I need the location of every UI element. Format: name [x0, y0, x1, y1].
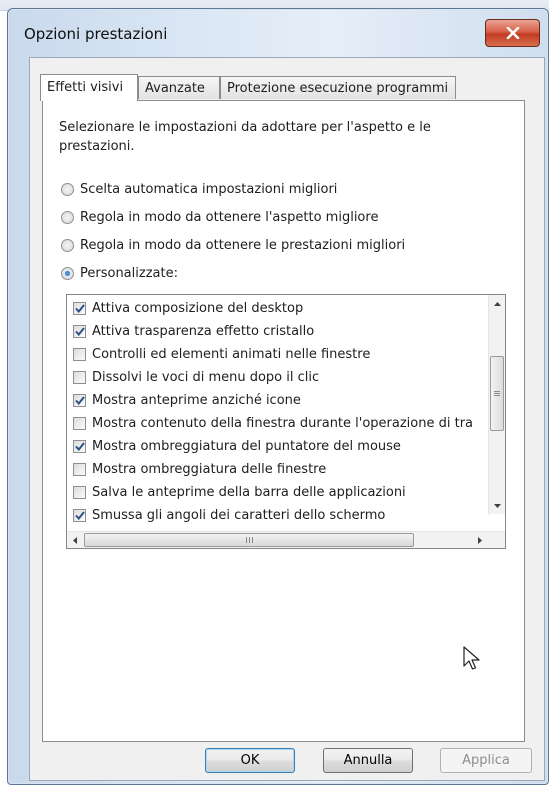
- list-item[interactable]: Salva le anteprime della barra delle app…: [73, 481, 406, 504]
- apply-button-label: Applica: [462, 753, 510, 768]
- list-item[interactable]: Attiva trasparenza effetto cristallo: [73, 320, 314, 343]
- list-item-label: Attiva trasparenza effetto cristallo: [92, 324, 315, 339]
- vertical-scrollbar[interactable]: [488, 295, 505, 514]
- list-item-label: Mostra anteprime anziché icone: [92, 393, 301, 408]
- cancel-button[interactable]: Annulla: [323, 748, 413, 773]
- radio-best-performance[interactable]: Regola in modo da ottenere le prestazion…: [61, 235, 405, 255]
- apply-button[interactable]: Applica: [440, 748, 532, 773]
- checkbox-checked[interactable]: [73, 509, 86, 522]
- scroll-right-arrow-icon[interactable]: [472, 532, 488, 548]
- checkbox-unchecked[interactable]: [73, 348, 86, 361]
- tab-panel-effetti-visivi: Selezionare le impostazioni da adottare …: [42, 100, 525, 742]
- radio-button[interactable]: [61, 238, 74, 252]
- checkbox-checked[interactable]: [73, 394, 86, 407]
- checkbox-unchecked[interactable]: [73, 417, 86, 430]
- scroll-down-arrow-icon[interactable]: [489, 497, 505, 514]
- radio-button[interactable]: [61, 182, 74, 196]
- grip-icon: [494, 390, 500, 396]
- checkmark-icon: [74, 442, 85, 451]
- ok-button-label: OK: [240, 753, 260, 768]
- radio-best-appearance[interactable]: Regola in modo da ottenere l'aspetto mig…: [61, 207, 378, 227]
- list-item-label: Mostra contenuto della finestra durante …: [92, 416, 474, 431]
- dialog-client-area: Effetti visivi Avanzate Protezione esecu…: [29, 57, 545, 781]
- scroll-left-arrow-icon[interactable]: [67, 532, 83, 548]
- horizontal-scroll-thumb[interactable]: [84, 533, 414, 547]
- checkbox-checked[interactable]: [73, 302, 86, 315]
- list-item-label: Mostra ombreggiatura delle finestre: [92, 462, 327, 477]
- radio-label: Regola in modo da ottenere le prestazion…: [80, 237, 406, 253]
- list-item[interactable]: Mostra ombreggiatura del puntatore del m…: [73, 435, 401, 458]
- tab-effetti-visivi[interactable]: Effetti visivi: [40, 74, 138, 101]
- checkbox-checked[interactable]: [73, 440, 86, 453]
- close-icon: [506, 27, 519, 39]
- list-item[interactable]: Mostra ombreggiatura delle finestre: [73, 458, 326, 481]
- panel-description: Selezionare le impostazioni da adottare …: [59, 120, 431, 154]
- radio-label: Personalizzate:: [80, 265, 178, 281]
- radio-label: Regola in modo da ottenere l'aspetto mig…: [80, 209, 379, 225]
- checkbox-unchecked[interactable]: [73, 486, 86, 499]
- list-item[interactable]: Mostra anteprime anziché icone: [73, 389, 301, 412]
- radio-label: Scelta automatica impostazioni migliori: [80, 181, 338, 197]
- checkmark-icon: [74, 304, 85, 313]
- visual-effects-list[interactable]: Attiva composizione del desktop Attiva tr…: [66, 294, 506, 549]
- tab-protezione-esecuzione-programmi[interactable]: Protezione esecuzione programmi: [220, 76, 456, 99]
- list-item-label: Smussa gli angoli dei caratteri dello sc…: [92, 508, 386, 523]
- cancel-button-label: Annulla: [343, 753, 393, 768]
- checkmark-icon: [74, 396, 85, 405]
- close-button[interactable]: [485, 19, 540, 47]
- list-item-label: Dissolvi le voci di menu dopo il clic: [92, 370, 320, 385]
- horizontal-scrollbar[interactable]: [67, 531, 505, 548]
- mouse-pointer-icon: [463, 646, 480, 670]
- list-item[interactable]: Mostra contenuto della finestra durante …: [73, 412, 473, 435]
- radio-auto[interactable]: Scelta automatica impostazioni migliori: [61, 179, 337, 199]
- list-item[interactable]: Dissolvi le voci di menu dopo il clic: [73, 366, 319, 389]
- radio-button[interactable]: [61, 210, 74, 224]
- checkbox-unchecked[interactable]: [73, 463, 86, 476]
- list-item[interactable]: Controlli ed elementi animati nelle fine…: [73, 343, 370, 366]
- list-item-label: Salva le anteprime della barra delle app…: [92, 485, 406, 500]
- dialog-window: Opzioni prestazioni Effetti visivi Avanz…: [7, 8, 549, 785]
- checkbox-unchecked[interactable]: [73, 371, 86, 384]
- list-item-label: Attiva composizione del desktop: [92, 301, 304, 316]
- list-item-label: Controlli ed elementi animati nelle fine…: [92, 347, 371, 362]
- vertical-scroll-thumb[interactable]: [490, 356, 504, 431]
- window-title: Opzioni prestazioni: [24, 25, 168, 43]
- checkmark-icon: [74, 511, 85, 520]
- list-item[interactable]: Smussa gli angoli dei caratteri dello sc…: [73, 504, 385, 527]
- ok-button[interactable]: OK: [205, 748, 295, 773]
- list-item[interactable]: Attiva composizione del desktop: [73, 297, 303, 320]
- grip-icon: [245, 537, 253, 543]
- tab-label: Effetti visivi: [47, 80, 124, 95]
- tab-avanzate[interactable]: Avanzate: [138, 76, 220, 99]
- checkbox-checked[interactable]: [73, 325, 86, 338]
- tab-label: Protezione esecuzione programmi: [227, 81, 449, 96]
- radio-custom[interactable]: Personalizzate:: [61, 263, 178, 283]
- scroll-up-arrow-icon[interactable]: [489, 295, 505, 312]
- tab-label: Avanzate: [145, 81, 205, 96]
- radio-button-selected[interactable]: [61, 266, 74, 280]
- list-item-label: Mostra ombreggiatura del puntatore del m…: [92, 439, 401, 454]
- checkmark-icon: [74, 327, 85, 336]
